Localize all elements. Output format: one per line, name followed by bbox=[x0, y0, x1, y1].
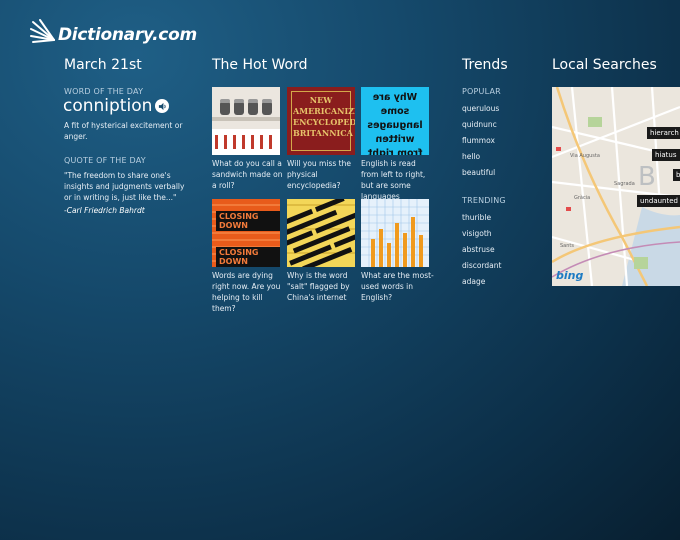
popular-item[interactable]: beautiful bbox=[462, 168, 495, 177]
local-searches-map[interactable]: Via Augusta Gràcia Sagrada Sants B hierarch… bbox=[552, 87, 680, 286]
trending-item[interactable]: visigoth bbox=[462, 229, 492, 238]
hot-word-caption-3[interactable]: English is read from left to right, but … bbox=[361, 158, 435, 202]
qotd-text[interactable]: "The freedom to share one's insights and… bbox=[64, 170, 194, 203]
svg-text:Sants: Sants bbox=[560, 243, 574, 249]
local-searches-heading[interactable]: Local Searches bbox=[552, 57, 657, 73]
popular-label: POPULAR bbox=[462, 87, 501, 96]
street-map-icon: Via Augusta Gràcia Sagrada Sants B bbox=[552, 87, 680, 286]
popular-item[interactable]: hello bbox=[462, 152, 480, 161]
popular-item[interactable]: flummox bbox=[462, 136, 495, 145]
local-search-tag[interactable]: hierarch bbox=[647, 127, 680, 139]
redacted-document-icon bbox=[287, 199, 355, 267]
svg-text:B: B bbox=[638, 162, 656, 192]
hot-word-tile-3[interactable]: Why are some languages written from righ… bbox=[361, 87, 429, 155]
closing-down-sign-bottom: CLOSING DOWN bbox=[216, 247, 280, 267]
hot-word-tile-6[interactable] bbox=[361, 199, 429, 267]
hot-word-caption-4[interactable]: Words are dying right now. Are you helpi… bbox=[212, 270, 286, 314]
wotd-word-row[interactable]: conniption bbox=[63, 96, 170, 116]
svg-text:Via Augusta: Via Augusta bbox=[570, 153, 600, 159]
svg-text:Sagrada: Sagrada bbox=[614, 181, 635, 187]
audio-speaker-icon[interactable] bbox=[155, 99, 170, 113]
bing-logo: bing bbox=[556, 269, 584, 282]
logo-text: Dictionary.com bbox=[58, 25, 197, 45]
sunburst-logo-icon bbox=[30, 19, 55, 43]
sandwich-image-icon bbox=[212, 87, 280, 155]
encyclopedia-cover-text: NEW AMERICANIZED ENCYCLOPEDIA BRITANNICA bbox=[293, 95, 355, 138]
hot-word-heading[interactable]: The Hot Word bbox=[212, 57, 308, 73]
wotd-word[interactable]: conniption bbox=[63, 96, 152, 116]
hot-word-caption-6[interactable]: What are the most-used words in English? bbox=[361, 270, 435, 303]
qotd-author: -Carl Friedrich Bahrdt bbox=[64, 206, 145, 215]
popular-item[interactable]: querulous bbox=[462, 104, 499, 113]
trends-heading[interactable]: Trends bbox=[462, 57, 508, 73]
local-search-tag[interactable]: undaunted bbox=[637, 195, 680, 207]
closing-down-sign-top: CLOSING DOWN bbox=[216, 211, 280, 231]
date-heading: March 21st bbox=[64, 57, 142, 73]
bar-graph-icon bbox=[361, 199, 429, 267]
hot-word-caption-5[interactable]: Why is the word "salt" flagged by China'… bbox=[287, 270, 361, 303]
trending-item[interactable]: abstruse bbox=[462, 245, 495, 254]
hot-word-tile-5[interactable] bbox=[287, 199, 355, 267]
popular-item[interactable]: quidnunc bbox=[462, 120, 497, 129]
mirrored-text: Why are some languages written from righ… bbox=[367, 92, 423, 155]
trending-item[interactable]: thurible bbox=[462, 213, 491, 222]
wotd-label: WORD OF THE DAY bbox=[64, 87, 144, 96]
svg-text:Gràcia: Gràcia bbox=[574, 194, 590, 201]
wotd-definition: A fit of hysterical excitement or anger. bbox=[64, 121, 183, 141]
trending-label: TRENDING bbox=[462, 196, 506, 205]
hot-word-caption-1[interactable]: What do you call a sandwich made on a ro… bbox=[212, 158, 286, 191]
hot-word-tile-4[interactable]: CLOSING DOWN CLOSING DOWN bbox=[212, 199, 280, 267]
hot-word-tile-2[interactable]: NEW AMERICANIZED ENCYCLOPEDIA BRITANNICA bbox=[287, 87, 355, 155]
trending-item[interactable]: adage bbox=[462, 277, 485, 286]
local-search-tag[interactable]: b bbox=[673, 169, 680, 181]
qotd-label: QUOTE OF THE DAY bbox=[64, 156, 146, 165]
trending-item[interactable]: discordant bbox=[462, 261, 501, 270]
dictionary-logo[interactable]: Dictionary.com bbox=[30, 18, 197, 46]
hot-word-caption-2[interactable]: Will you miss the physical encyclopedia? bbox=[287, 158, 361, 191]
hot-word-tile-1[interactable] bbox=[212, 87, 280, 155]
local-search-tag[interactable]: hiatus bbox=[652, 149, 680, 161]
